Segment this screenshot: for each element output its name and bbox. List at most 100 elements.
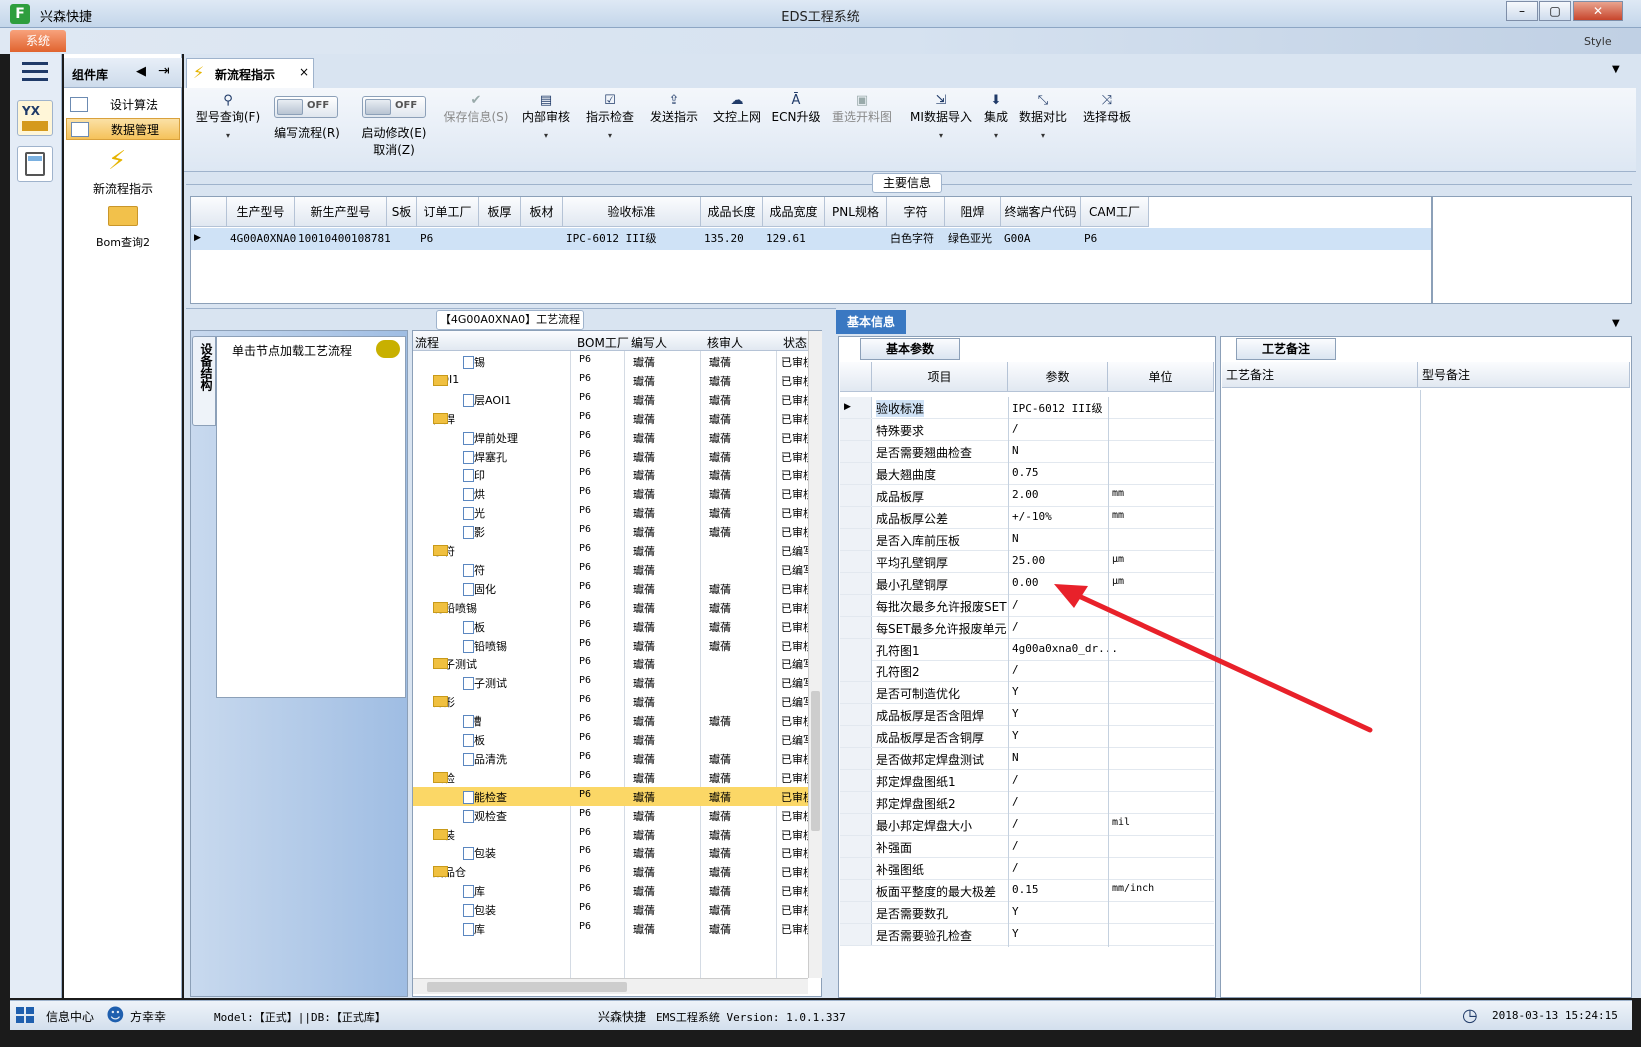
column-header[interactable]: 状态 xyxy=(783,334,807,351)
close-tab-icon[interactable]: × xyxy=(299,65,309,79)
column-header[interactable]: 成品宽度 xyxy=(763,197,825,227)
column-header[interactable]: 项目 xyxy=(872,362,1008,392)
column-header[interactable]: 参数 xyxy=(1008,362,1108,392)
tree-leaf-node[interactable]: 烘板 xyxy=(463,619,485,635)
tree-row[interactable]: 曝光 P6 瓛蒨 瓛蒨 已审核 xyxy=(413,503,809,522)
row-selector[interactable] xyxy=(840,726,872,748)
row-selector[interactable] xyxy=(840,704,872,726)
minimize-button[interactable]: – xyxy=(1506,1,1538,21)
tree-folder-node[interactable]: −电子测试 xyxy=(433,656,477,672)
param-value[interactable]: Y xyxy=(1012,685,1019,698)
param-value[interactable]: 2.00 xyxy=(1012,488,1039,501)
column-header[interactable]: 板厚 xyxy=(479,197,521,227)
tree-folder-node[interactable]: −有铅喷锡 xyxy=(433,600,477,616)
choose-mother-board-button[interactable]: ⤨ 选择母板 xyxy=(1078,94,1136,125)
param-value[interactable]: / xyxy=(1012,773,1019,786)
param-row[interactable]: 孔符图1 4g00a0xna0_dr... xyxy=(840,638,1214,661)
param-value[interactable]: / xyxy=(1012,663,1019,676)
tree-leaf-node[interactable]: 显影 xyxy=(463,524,485,540)
tree-folder-node[interactable]: −字符 xyxy=(433,543,455,559)
model-notes-textarea[interactable] xyxy=(1420,390,1628,994)
data-compare-button[interactable]: ⤡ 数据对比 ▾ xyxy=(1014,94,1072,141)
reselect-chart-button[interactable]: ▣ 重选开料图 xyxy=(826,94,898,125)
tree-row[interactable]: 烘板 P6 瓛蒨 瓛蒨 已审核 xyxy=(413,617,809,636)
comp-item-design-algorithm[interactable]: 设计算法 xyxy=(66,94,180,116)
row-selector[interactable] xyxy=(840,879,872,901)
param-value[interactable]: N xyxy=(1012,532,1019,545)
scroll-thumb[interactable] xyxy=(427,982,627,992)
tree-row[interactable]: −终检 P6 瓛蒨 瓛蒨 已审核 xyxy=(413,768,809,787)
tab-dropdown-icon[interactable]: ▼ xyxy=(1612,64,1620,75)
param-row[interactable]: 成品板厚公差 +/-10% mm xyxy=(840,506,1214,529)
column-header[interactable]: BOM工厂 xyxy=(577,334,629,351)
tab-new-process[interactable]: ⚡ 新流程指示 × xyxy=(186,58,314,88)
row-selector[interactable] xyxy=(840,638,872,660)
tree-leaf-node[interactable]: 出库 xyxy=(463,921,485,937)
param-value[interactable]: Y xyxy=(1012,905,1019,918)
row-selector[interactable] xyxy=(840,418,872,440)
maximize-button[interactable]: ▢ xyxy=(1539,1,1571,21)
tree-leaf-node[interactable]: 外包装 xyxy=(463,902,496,918)
tree-row[interactable]: 外层AOI1 P6 瓛蒨 瓛蒨 已审核 xyxy=(413,390,809,409)
menu-system[interactable]: 系统 xyxy=(10,30,66,52)
param-row[interactable]: 最小邦定焊盘大小 / mil xyxy=(840,814,1214,836)
param-row[interactable]: 成品板厚是否含阻焊 Y xyxy=(840,704,1214,727)
param-value[interactable]: / xyxy=(1012,795,1019,808)
param-value[interactable]: / xyxy=(1012,598,1019,611)
row-selector[interactable] xyxy=(840,901,872,923)
column-header[interactable]: 流程 xyxy=(415,334,439,351)
process-notes-textarea[interactable] xyxy=(1222,390,1416,994)
comp-item-data-management[interactable]: 数据管理 xyxy=(66,118,180,140)
tree-leaf-node[interactable]: 退锡 xyxy=(463,354,485,370)
start-edit-toggle[interactable]: OFF xyxy=(362,96,426,118)
tree-row[interactable]: 终固化 P6 瓛蒨 瓛蒨 已审核 xyxy=(413,579,809,598)
row-selector[interactable] xyxy=(840,572,872,594)
info-center-link[interactable]: 信息中心 xyxy=(46,1008,94,1025)
param-row[interactable]: 成品板厚是否含铜厚 Y xyxy=(840,726,1214,749)
param-row[interactable]: 特殊要求 / xyxy=(840,418,1214,441)
tree-row[interactable]: −AOI1 P6 瓛蒨 瓛蒨 已审核 xyxy=(413,371,809,390)
column-header[interactable]: 单位 xyxy=(1108,362,1214,392)
tree-leaf-node[interactable]: 丝印 xyxy=(463,467,485,483)
tree-leaf-node[interactable]: 铣板 xyxy=(463,732,485,748)
tree-row[interactable]: 外包装 P6 瓛蒨 瓛蒨 已审核 xyxy=(413,900,809,919)
row-selector[interactable] xyxy=(840,528,872,550)
column-header[interactable]: 成品长度 xyxy=(701,197,763,227)
param-row[interactable]: 每SET最多允许报废单元 / xyxy=(840,616,1214,639)
param-row[interactable]: 成品板厚 2.00 mm xyxy=(840,484,1214,507)
tree-leaf-node[interactable]: 预烘 xyxy=(463,486,485,502)
save-info-button[interactable]: ✔ 保存信息(S) xyxy=(438,94,514,125)
tab-process-notes[interactable]: 工艺备注 xyxy=(1236,338,1336,360)
row-selector[interactable] xyxy=(840,682,872,704)
column-header[interactable]: S板 xyxy=(387,197,417,227)
chevron-down-icon[interactable]: ▾ xyxy=(580,131,640,140)
param-value[interactable]: 4g00a0xna0_dr... xyxy=(1012,642,1118,655)
column-header[interactable]: 新生产型号 xyxy=(295,197,387,227)
style-menu[interactable]: Style xyxy=(1584,35,1612,48)
param-row[interactable]: ▶ 验收标准 IPC-6012 III级 xyxy=(840,397,1214,419)
param-value[interactable]: 0.75 xyxy=(1012,466,1039,479)
tree-row[interactable]: 退锡 P6 瓛蒨 瓛蒨 已审核 xyxy=(413,352,809,371)
param-row[interactable]: 最小孔壁铜厚 0.00 μm xyxy=(840,572,1214,595)
tree-leaf-node[interactable]: 成品清洗 xyxy=(463,751,507,767)
param-value[interactable]: N xyxy=(1012,444,1019,457)
tree-row[interactable]: 阻焊前处理 P6 瓛蒨 瓛蒨 已审核 xyxy=(413,428,809,447)
param-row[interactable]: 是否需要数孔 Y xyxy=(840,901,1214,924)
column-header[interactable]: 编写人 xyxy=(631,334,667,351)
param-value[interactable]: / xyxy=(1012,839,1019,852)
tree-leaf-node[interactable]: 字符 xyxy=(463,562,485,578)
tree-folder-node[interactable]: −AOI1 xyxy=(433,373,459,386)
chat-bubble-icon[interactable] xyxy=(376,340,400,358)
tree-row[interactable]: 出库 P6 瓛蒨 瓛蒨 已审核 xyxy=(413,919,809,938)
integrate-button[interactable]: ⬇ 集成 ▾ xyxy=(980,94,1012,141)
model-query-button[interactable]: ⚲ 型号查询(F) ▾ xyxy=(190,94,266,141)
calculator-icon[interactable] xyxy=(17,146,53,182)
tree-row[interactable]: 铣板 P6 瓛蒨 已编写 xyxy=(413,730,809,749)
param-value[interactable]: / xyxy=(1012,861,1019,874)
tree-leaf-node[interactable]: 阻焊塞孔 xyxy=(463,449,507,465)
tree-row[interactable]: 预烘 P6 瓛蒨 瓛蒨 已审核 xyxy=(413,484,809,503)
tab-basic-info[interactable]: 基本信息 xyxy=(836,310,906,334)
tab-equipment-structure[interactable]: 设备结构 xyxy=(192,336,216,426)
column-header[interactable]: 字符 xyxy=(887,197,945,227)
launcher-bom-query[interactable]: Bom查询2 xyxy=(66,234,180,250)
